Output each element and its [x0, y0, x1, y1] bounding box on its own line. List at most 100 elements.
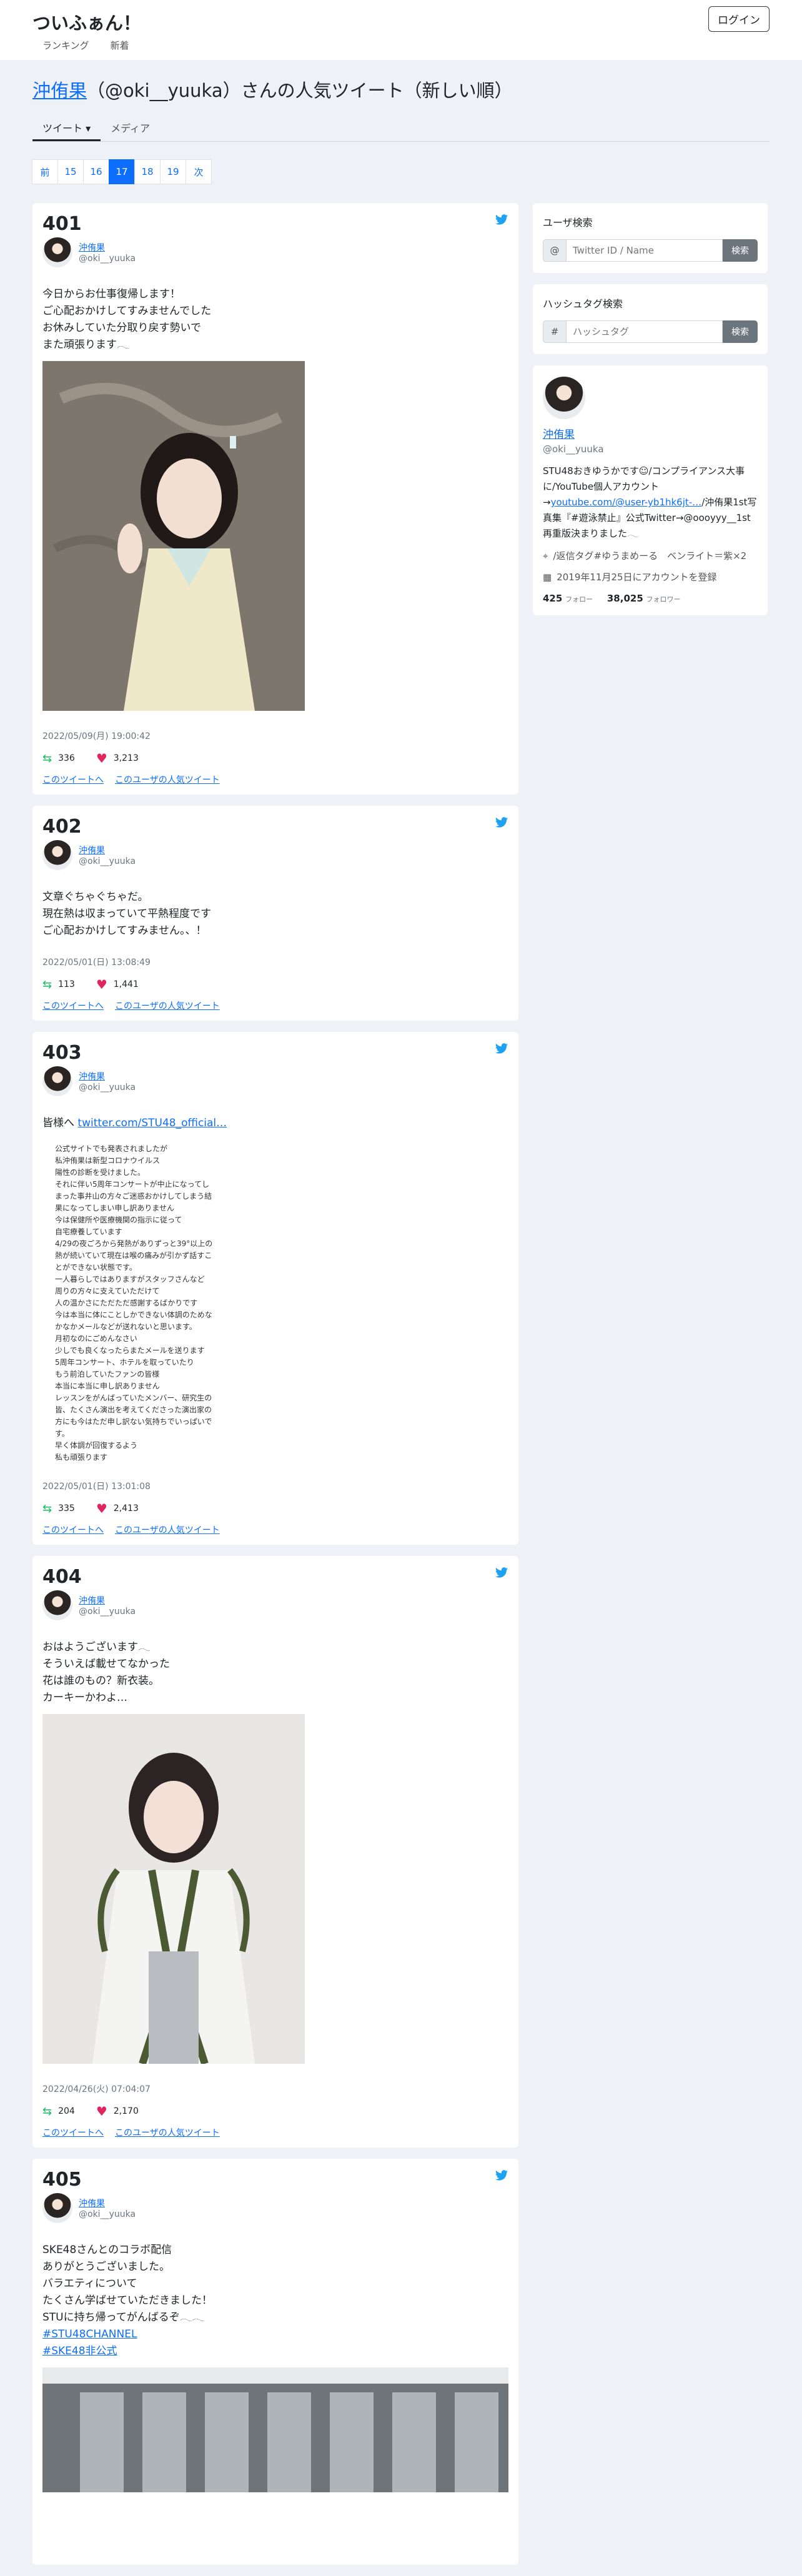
twitter-bird-icon[interactable]: [495, 816, 508, 830]
tweet-line: おはようございます𓂃: [42, 1641, 151, 1653]
retweet-count: 335: [58, 1503, 75, 1513]
tweet-photo[interactable]: [42, 1714, 305, 2065]
scan-line: 4/29の夜ごろから発熱がありずっと39°以上の: [55, 1239, 213, 1248]
profile-location: /返信タグ#ゆうまめーる ベンライト＝紫×2: [553, 550, 747, 562]
hashtag-search-button[interactable]: 検索: [723, 320, 758, 343]
tweet-user-id: @oki__yuuka: [79, 1082, 136, 1092]
link-user-popular[interactable]: このユーザの人気ツイート: [115, 999, 220, 1012]
tweet-card: 402 沖侑果 @oki__yuuka 文章ぐちゃぐちゃだ。 現在熱は収まっていて…: [32, 806, 518, 1021]
hashtag-search-input[interactable]: [567, 320, 723, 343]
avatar[interactable]: [42, 2193, 72, 2223]
tweet-line: バラエティについて: [42, 2277, 137, 2290]
tweet-card: 405 沖侑果 @oki__yuuka SKE48さんとのコラボ配信 ありがとうご…: [32, 2159, 518, 2565]
scan-line: 公式サイトでも発表されましたが: [55, 1144, 168, 1153]
tweet-user-name[interactable]: 沖侑果: [79, 241, 136, 254]
link-to-tweet[interactable]: このツイートへ: [42, 773, 104, 786]
scan-line: レッスンをがんばっていたメンバー、研究生の: [55, 1394, 212, 1402]
scan-line: 果になってしまい申し訳ありません: [55, 1204, 175, 1212]
tweet-line: 皆様へ twitter.com/STU48_official…: [42, 1115, 508, 1132]
twitter-bird-icon[interactable]: [495, 2169, 508, 2182]
twitter-bird-icon[interactable]: [495, 1566, 508, 1580]
hashtag-link[interactable]: #SKE48非公式: [42, 2345, 117, 2357]
page-header: 沖侑果（@oki__yuuka）さんの人気ツイート（新しい順） ツイート ▾ メ…: [0, 76, 802, 142]
tab-media[interactable]: メディア: [101, 114, 160, 141]
scan-line: 私沖侑果は新型コロナウイルス: [55, 1156, 161, 1165]
scan-line: 方にも今はただ申し訳ない気持ちでいっぱいで: [55, 1417, 212, 1426]
tweet-date: 2022/05/01(日) 13:08:49: [42, 958, 151, 968]
user-search-input[interactable]: [567, 239, 723, 262]
calendar-icon: ▦: [543, 572, 552, 583]
tweet-date: 2022/04/26(火) 07:04:07: [42, 2084, 151, 2094]
link-user-popular[interactable]: このユーザの人気ツイート: [115, 1523, 220, 1536]
login-button[interactable]: ログイン: [708, 6, 770, 32]
site-brand[interactable]: ついふぁん！: [32, 9, 141, 35]
page-title: 沖侑果（@oki__yuuka）さんの人気ツイート（新しい順）: [32, 76, 770, 102]
avatar[interactable]: [42, 237, 72, 267]
hashtag-search-group: # 検索: [543, 320, 758, 343]
tweet-line: また頑張ります𓂃: [42, 339, 129, 351]
tweet-user-name[interactable]: 沖侑果: [79, 1070, 136, 1082]
retweet-icon: ⇆: [42, 1502, 52, 1515]
pager-page-16[interactable]: 16: [83, 159, 109, 184]
pager-prev[interactable]: 前: [32, 159, 58, 184]
tweet-photo[interactable]: [42, 2367, 508, 2492]
link-to-tweet[interactable]: このツイートへ: [42, 999, 104, 1012]
tweet-user: 沖侑果 @oki__yuuka: [42, 2193, 508, 2223]
tweet-rank: 403: [42, 1042, 82, 1064]
tweet-text: SKE48さんとのコラボ配信 ありがとうございました。 バラエティについて たく…: [42, 2242, 508, 2360]
profile-name[interactable]: 沖侑果: [543, 425, 758, 441]
profile-avatar[interactable]: [543, 377, 585, 419]
scan-line: 周りの方々に支えていただけて: [55, 1287, 160, 1295]
profile-bio-link[interactable]: youtube.com/@user-yb1hk6jt-…: [551, 497, 702, 508]
tweet-text: おはようございます𓂃 そういえば載せてなかった 花は誰のもの？新衣装。 カーキー…: [42, 1639, 508, 1707]
profile-card: 沖侑果 @oki__yuuka STU48おきゆうかです☺︎/コンプライアンス大…: [533, 365, 768, 615]
tweet-attached-text-image[interactable]: 公式サイトでも発表されましたが 私沖侑果は新型コロナウイルス 陽性の診断を受けま…: [55, 1143, 255, 1464]
user-search-group: @ 検索: [543, 239, 758, 262]
user-search-button[interactable]: 検索: [723, 239, 758, 262]
tweet-line: カーキーかわよ…: [42, 1692, 127, 1704]
pager-page-17-current[interactable]: 17: [109, 159, 135, 184]
tweet-links: このツイートへ このユーザの人気ツイート: [42, 2126, 508, 2139]
avatar[interactable]: [42, 1066, 72, 1096]
scan-line: 5周年コンサート、ホテルを取っていたり: [55, 1358, 194, 1367]
twitter-bird-icon[interactable]: [495, 1042, 508, 1056]
twitter-bird-icon[interactable]: [495, 213, 508, 227]
tab-tweets[interactable]: ツイート ▾: [32, 114, 101, 141]
link-user-popular[interactable]: このユーザの人気ツイート: [115, 2126, 220, 2139]
user-search-card: ユーザ検索 @ 検索: [533, 203, 768, 273]
tweet-user: 沖侑果 @oki__yuuka: [42, 1590, 508, 1620]
nav-new[interactable]: 新着: [111, 39, 129, 52]
sidebar: ユーザ検索 @ 検索 ハッシュタグ検索 # 検索 沖侑果 @oki__yuuka…: [533, 203, 768, 627]
at-prefix: @: [543, 239, 567, 262]
nav-ranking[interactable]: ランキング: [42, 39, 89, 52]
link-user-popular[interactable]: このユーザの人気ツイート: [115, 773, 220, 786]
tweet-user: 沖侑果 @oki__yuuka: [42, 840, 508, 870]
tweet-rank: 402: [42, 816, 82, 838]
retweet-icon: ⇆: [42, 751, 52, 765]
tweet-photo[interactable]: [42, 361, 305, 711]
tweet-user-id: @oki__yuuka: [79, 856, 136, 866]
tweet-user-name[interactable]: 沖侑果: [79, 844, 136, 856]
tweet-user-name[interactable]: 沖侑果: [79, 2197, 136, 2209]
pager-page-19[interactable]: 19: [160, 159, 186, 184]
pager-page-15[interactable]: 15: [57, 159, 84, 184]
pager-next[interactable]: 次: [186, 159, 212, 184]
avatar[interactable]: [42, 840, 72, 870]
retweet-count: 336: [58, 753, 75, 763]
retweet-icon: ⇆: [42, 2104, 52, 2118]
scan-line: 私も頑張ります: [55, 1453, 108, 1462]
scan-line: もう前泊していたファンの皆様: [55, 1370, 160, 1379]
tweet-link[interactable]: twitter.com/STU48_official…: [77, 1117, 227, 1129]
tweet-stats: ⇆ 113 ♥ 1,441: [42, 977, 508, 992]
pager-page-18[interactable]: 18: [134, 159, 161, 184]
avatar[interactable]: [42, 1590, 72, 1620]
tweet-user-id: @oki__yuuka: [79, 2209, 136, 2219]
link-to-tweet[interactable]: このツイートへ: [42, 2126, 104, 2139]
link-to-tweet[interactable]: このツイートへ: [42, 1523, 104, 1536]
pagination: 前 15 16 17 18 19 次: [32, 159, 802, 184]
hashtag-link[interactable]: #STU48CHANNEL: [42, 2328, 137, 2341]
tweet-stats: ⇆ 204 ♥ 2,170: [42, 2104, 508, 2119]
tweet-user-name[interactable]: 沖侑果: [79, 1594, 136, 1607]
like-count: 3,213: [113, 753, 139, 763]
page-title-user-link[interactable]: 沖侑果: [32, 80, 87, 101]
